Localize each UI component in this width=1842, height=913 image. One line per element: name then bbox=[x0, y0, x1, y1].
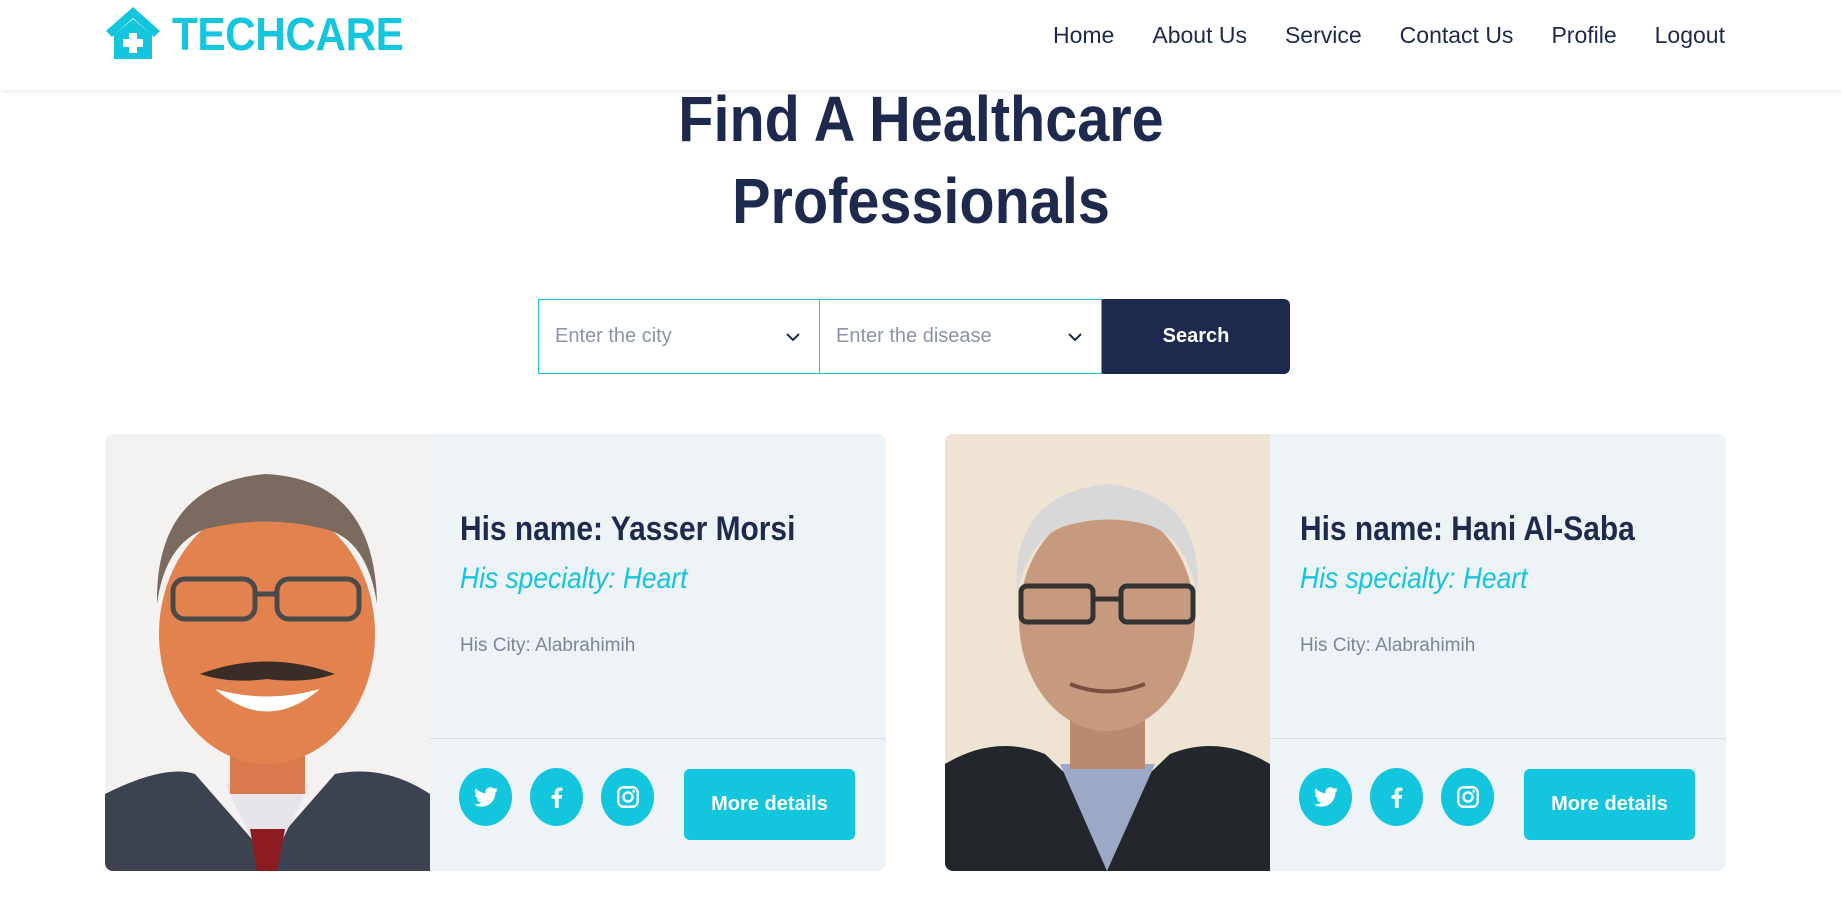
facebook-icon bbox=[1391, 787, 1402, 809]
twitter-button[interactable] bbox=[1299, 768, 1352, 826]
site-header: TECHCARE Home About Us Service Contact U… bbox=[0, 0, 1842, 90]
doctor-info: His name: Hani Al-Saba His specialty: He… bbox=[1270, 434, 1726, 871]
instagram-icon bbox=[1456, 786, 1479, 808]
doctor-card: His name: Hani Al-Saba His specialty: He… bbox=[945, 434, 1726, 871]
nav-logout[interactable]: Logout bbox=[1655, 18, 1725, 52]
chevron-down-icon bbox=[1068, 332, 1082, 341]
search-bar: Enter the city Enter the disease Search bbox=[538, 299, 1290, 374]
disease-select[interactable]: Enter the disease bbox=[820, 299, 1102, 374]
doctor-photo bbox=[105, 434, 430, 871]
nav-about-us[interactable]: About Us bbox=[1152, 18, 1247, 52]
page-title: Find A Healthcare Professionals bbox=[92, 78, 1750, 242]
doctor-name: His name: Yasser Morsi bbox=[460, 510, 796, 548]
city-select[interactable]: Enter the city bbox=[538, 299, 820, 374]
more-details-button[interactable]: More details bbox=[684, 769, 855, 840]
nav-contact-us[interactable]: Contact Us bbox=[1400, 18, 1514, 52]
chevron-down-icon bbox=[786, 332, 800, 341]
page-title-line1: Find A Healthcare bbox=[678, 83, 1164, 155]
main-nav: Home About Us Service Contact Us Profile… bbox=[1015, 18, 1725, 52]
instagram-button[interactable] bbox=[1441, 768, 1494, 826]
instagram-icon bbox=[616, 786, 639, 808]
brand-logo[interactable]: TECHCARE bbox=[104, 6, 424, 62]
twitter-icon bbox=[1313, 787, 1338, 807]
facebook-button[interactable] bbox=[1370, 768, 1423, 826]
facebook-icon bbox=[551, 787, 562, 809]
doctor-specialty: His specialty: Heart bbox=[1300, 562, 1528, 595]
house-medical-icon bbox=[104, 5, 162, 64]
brand-name: TECHCARE bbox=[172, 8, 404, 60]
search-button[interactable]: Search bbox=[1102, 299, 1290, 374]
city-select-placeholder: Enter the city bbox=[555, 325, 672, 347]
more-details-button[interactable]: More details bbox=[1524, 769, 1695, 840]
doctor-city: His City: Alabrahimih bbox=[460, 635, 636, 656]
nav-service[interactable]: Service bbox=[1285, 18, 1362, 52]
divider bbox=[1270, 738, 1726, 739]
page-title-line2: Professionals bbox=[732, 165, 1110, 237]
nav-profile[interactable]: Profile bbox=[1551, 18, 1616, 52]
doctor-specialty: His specialty: Heart bbox=[460, 562, 688, 595]
doctor-photo bbox=[945, 434, 1270, 871]
divider bbox=[430, 738, 886, 739]
doctor-card: His name: Yasser Morsi His specialty: He… bbox=[105, 434, 886, 871]
disease-select-placeholder: Enter the disease bbox=[836, 325, 992, 347]
twitter-button[interactable] bbox=[459, 768, 512, 826]
nav-home[interactable]: Home bbox=[1053, 18, 1114, 52]
doctor-info: His name: Yasser Morsi His specialty: He… bbox=[430, 434, 886, 871]
doctor-city: His City: Alabrahimih bbox=[1300, 635, 1476, 656]
instagram-button[interactable] bbox=[601, 768, 654, 826]
twitter-icon bbox=[473, 787, 498, 807]
doctor-name: His name: Hani Al-Saba bbox=[1300, 510, 1635, 548]
facebook-button[interactable] bbox=[530, 768, 583, 826]
